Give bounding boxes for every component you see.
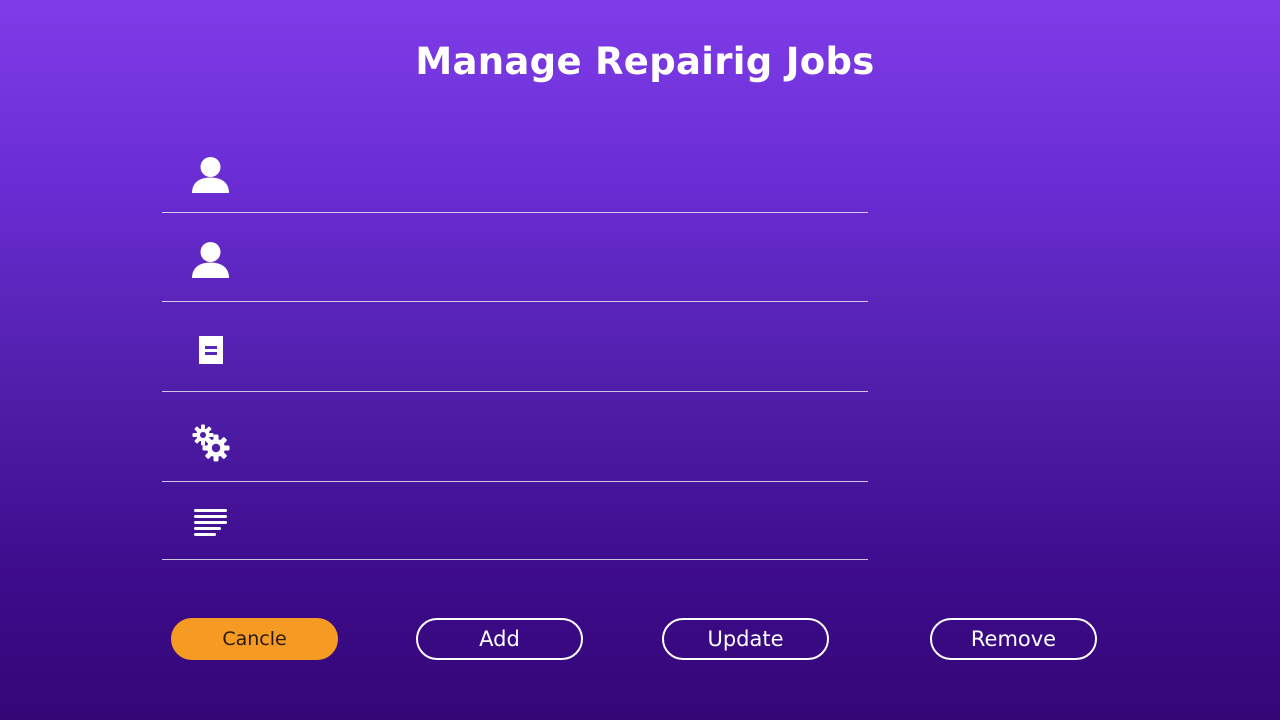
field-job-document[interactable] (162, 302, 868, 392)
description-input[interactable] (252, 530, 868, 551)
field-customer-name[interactable] (162, 126, 868, 213)
update-button[interactable]: Update (662, 618, 829, 660)
user-icon (192, 241, 229, 284)
job-document-input[interactable] (252, 362, 868, 383)
field-service-type[interactable] (162, 392, 868, 482)
customer-name-input[interactable] (252, 183, 868, 204)
add-button[interactable]: Add (416, 618, 583, 660)
gears-icon (192, 424, 230, 467)
field-technician-name[interactable] (162, 213, 868, 302)
page-title: Manage Repairig Jobs (415, 40, 875, 83)
document-icon (192, 336, 230, 371)
text-lines-icon (192, 509, 229, 542)
field-description[interactable] (162, 482, 868, 560)
cancel-button[interactable]: Cancle (171, 618, 338, 660)
service-type-input[interactable] (252, 452, 868, 473)
remove-button[interactable]: Remove (930, 618, 1097, 660)
technician-name-input[interactable] (252, 272, 868, 293)
user-icon (192, 156, 229, 199)
repair-job-form (162, 126, 868, 560)
